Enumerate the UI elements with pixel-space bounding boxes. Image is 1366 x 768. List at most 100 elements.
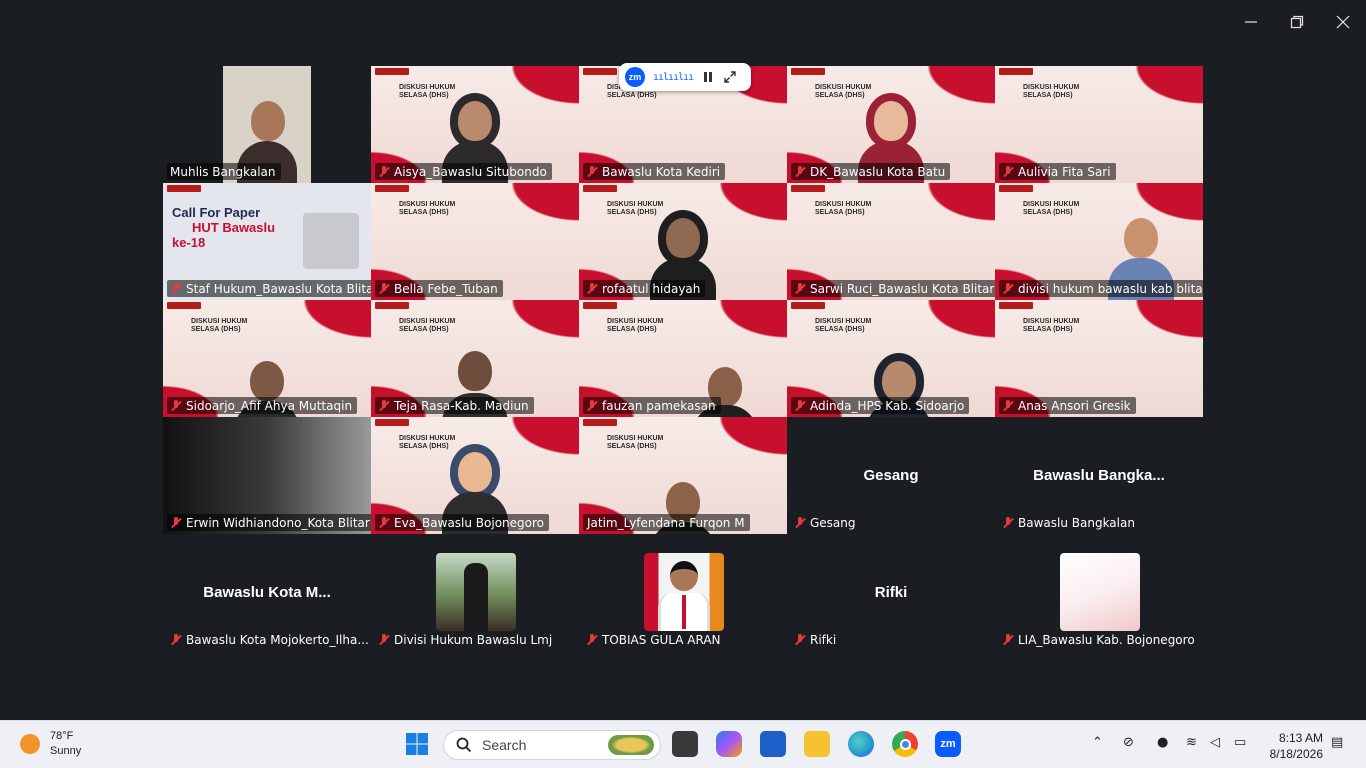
system-clock[interactable]: 8:13 AM 8/18/2026	[1270, 730, 1323, 762]
participant-tile[interactable]: Divisi Hukum Bawaslu Lmj	[371, 534, 579, 651]
clock-date: 8/18/2026	[1269, 747, 1323, 761]
participant-tile[interactable]: Erwin Widhiandono_Kota Blitar	[163, 417, 371, 534]
participant-name: Eva_Bawaslu Bojonegoro	[375, 514, 550, 531]
window-controls	[1228, 0, 1366, 44]
mic-muted-icon	[1002, 282, 1014, 295]
participant-display-name: Bawaslu Bangka...	[1033, 467, 1165, 484]
mic-muted-icon	[1002, 165, 1014, 178]
participant-tile[interactable]: DISKUSI HUKUM SELASA (DHS) Adinda_HPS Ka…	[787, 300, 995, 417]
mic-muted-icon	[794, 633, 806, 646]
zoom-app-icon[interactable]: zm	[935, 731, 961, 757]
battery-icon[interactable]: ▭	[1234, 735, 1246, 750]
participant-tile-active-speaker[interactable]: DISKUSI HUKUM SELASA (DHS) Jatim_Lyfenda…	[579, 417, 787, 534]
participant-name: Adinda_HPS Kab. Sidoarjo	[791, 397, 970, 414]
participant-name: Aisya_Bawaslu Situbondo	[375, 163, 552, 180]
show-hidden-icons-icon[interactable]: ⌃	[1092, 735, 1103, 750]
mic-muted-icon	[378, 282, 390, 295]
mic-muted-icon	[378, 165, 390, 178]
expand-icon[interactable]	[723, 70, 737, 84]
participant-name: TOBIAS GULA ARAN	[583, 631, 726, 648]
participant-tile[interactable]: DISKUSI HUKUM SELASA (DHS) rofaatul hida…	[579, 183, 787, 300]
slide-title: DISKUSI HUKUM SELASA (DHS)	[1023, 201, 1080, 216]
wifi-icon[interactable]: ≋	[1186, 735, 1197, 750]
slide-title: DISKUSI HUKUM SELASA (DHS)	[815, 201, 872, 216]
mic-muted-icon	[170, 516, 182, 529]
mic-muted-icon	[586, 633, 598, 646]
participant-tile[interactable]: Bawaslu Kota M... Bawaslu Kota Mojokerto…	[163, 534, 371, 651]
mic-muted-icon	[170, 282, 182, 295]
participant-name: Rifki	[791, 631, 841, 648]
mic-muted-icon	[1002, 399, 1014, 412]
restore-button[interactable]	[1274, 0, 1320, 44]
search-input[interactable]	[482, 737, 602, 753]
slide-title: DISKUSI HUKUM SELASA (DHS)	[607, 318, 664, 333]
participant-tile[interactable]: DISKUSI HUKUM SELASA (DHS) Sarwi Ruci_Ba…	[787, 183, 995, 300]
participant-tile[interactable]: Call For Paper HUT Bawaslu ke-18 Staf Hu…	[163, 183, 371, 300]
slide-title: DISKUSI HUKUM SELASA (DHS)	[1023, 84, 1080, 99]
participant-tile[interactable]: DISKUSI HUKUM SELASA (DHS) divisi hukum …	[995, 183, 1203, 300]
participant-tile[interactable]: Gesang Gesang	[787, 417, 995, 534]
notifications-off-icon[interactable]: ⊘	[1123, 735, 1134, 750]
taskbar-search[interactable]	[443, 730, 661, 760]
participant-name: Bawaslu Bangkalan	[999, 514, 1140, 531]
participant-name: Sarwi Ruci_Bawaslu Kota Blitar	[791, 280, 995, 297]
participant-display-name: Rifki	[874, 584, 908, 601]
participant-tile[interactable]: DISKUSI HUKUM SELASA (DHS) Teja Rasa-Kab…	[371, 300, 579, 417]
participant-tile[interactable]: DISKUSI HUKUM SELASA (DHS) Sidoarjo_Afif…	[163, 300, 371, 417]
participant-display-name: Bawaslu Kota M...	[203, 584, 331, 601]
participant-name: LIA_Bawaslu Kab. Bojonegoro	[999, 631, 1200, 648]
participant-name: divisi hukum bawaslu kab blitar	[999, 280, 1203, 297]
participant-tile[interactable]: TOBIAS GULA ARAN	[579, 534, 787, 651]
weather-widget[interactable]: 78°F Sunny	[20, 729, 81, 759]
microsoft-store-icon[interactable]	[760, 731, 786, 757]
close-button[interactable]	[1320, 0, 1366, 44]
zoom-logo-icon: zm	[625, 67, 645, 87]
participant-name: Teja Rasa-Kab. Madiun	[375, 397, 534, 414]
participant-tile[interactable]: DISKUSI HUKUM SELASA (DHS) fauzan pameka…	[579, 300, 787, 417]
file-explorer-icon[interactable]	[804, 731, 830, 757]
start-button[interactable]	[404, 731, 430, 757]
task-view-icon[interactable]	[672, 731, 698, 757]
edge-browser-icon[interactable]	[848, 731, 874, 757]
microphone-icon[interactable]: ●	[1157, 735, 1168, 750]
participant-tile[interactable]: DISKUSI HUKUM SELASA (DHS) Bella Febe_Tu…	[371, 183, 579, 300]
participant-tile[interactable]: Rifki Rifki	[787, 534, 995, 651]
mic-muted-icon	[794, 399, 806, 412]
participant-name: Anas Ansori Gresik	[999, 397, 1136, 414]
mic-muted-icon	[794, 516, 806, 529]
slide-title: DISKUSI HUKUM SELASA (DHS)	[399, 201, 456, 216]
restore-icon	[1290, 15, 1304, 29]
mic-muted-icon	[378, 633, 390, 646]
participant-tile[interactable]: DISKUSI HUKUM SELASA (DHS) Anas Ansori G…	[995, 300, 1203, 417]
participant-tile[interactable]: DISKUSI HUKUM SELASA (DHS) Aisya_Bawaslu…	[371, 66, 579, 183]
participant-tile[interactable]: DISKUSI HUKUM SELASA (DHS) Eva_Bawaslu B…	[371, 417, 579, 534]
participant-name: rofaatul hidayah	[583, 280, 706, 297]
copilot-icon[interactable]	[716, 731, 742, 757]
windows-logo-icon	[406, 733, 428, 755]
participant-tile[interactable]: Muhlis Bangkalan	[163, 66, 371, 183]
close-icon	[1336, 15, 1350, 29]
mic-muted-icon	[378, 399, 390, 412]
participant-name: Bella Febe_Tuban	[375, 280, 503, 297]
weather-condition: Sunny	[50, 745, 82, 757]
participant-name: DK_Bawaslu Kota Batu	[791, 163, 951, 180]
pause-icon[interactable]	[701, 70, 715, 84]
zoom-floating-control: zm ıılıılıı	[619, 63, 751, 91]
notification-center-icon[interactable]: ▤	[1331, 735, 1343, 750]
chrome-browser-icon[interactable]	[892, 731, 918, 757]
mic-muted-icon	[170, 633, 182, 646]
participant-name: Bawaslu Kota Kediri	[583, 163, 726, 180]
mic-muted-icon	[794, 165, 806, 178]
participant-tile[interactable]: DISKUSI HUKUM SELASA (DHS) DK_Bawaslu Ko…	[787, 66, 995, 183]
volume-icon[interactable]: ◁	[1210, 735, 1220, 750]
minimize-button[interactable]	[1228, 0, 1274, 44]
profile-photo	[436, 553, 516, 631]
participant-tile[interactable]: Bawaslu Bangka... Bawaslu Bangkalan	[995, 417, 1203, 534]
mic-muted-icon	[378, 516, 390, 529]
participant-name: Jatim_Lyfendana Furqon M	[583, 514, 750, 531]
participant-name: Staf Hukum_Bawaslu Kota Blitar	[167, 280, 371, 297]
mic-muted-icon	[586, 282, 598, 295]
participant-tile[interactable]: LIA_Bawaslu Kab. Bojonegoro	[995, 534, 1203, 651]
taskbar: 78°F Sunny zm ⌃ ⊘ ● ≋ ◁ ▭ 8:13 AM 8/18/2…	[0, 720, 1366, 768]
participant-tile[interactable]: DISKUSI HUKUM SELASA (DHS) Aulivia Fita …	[995, 66, 1203, 183]
